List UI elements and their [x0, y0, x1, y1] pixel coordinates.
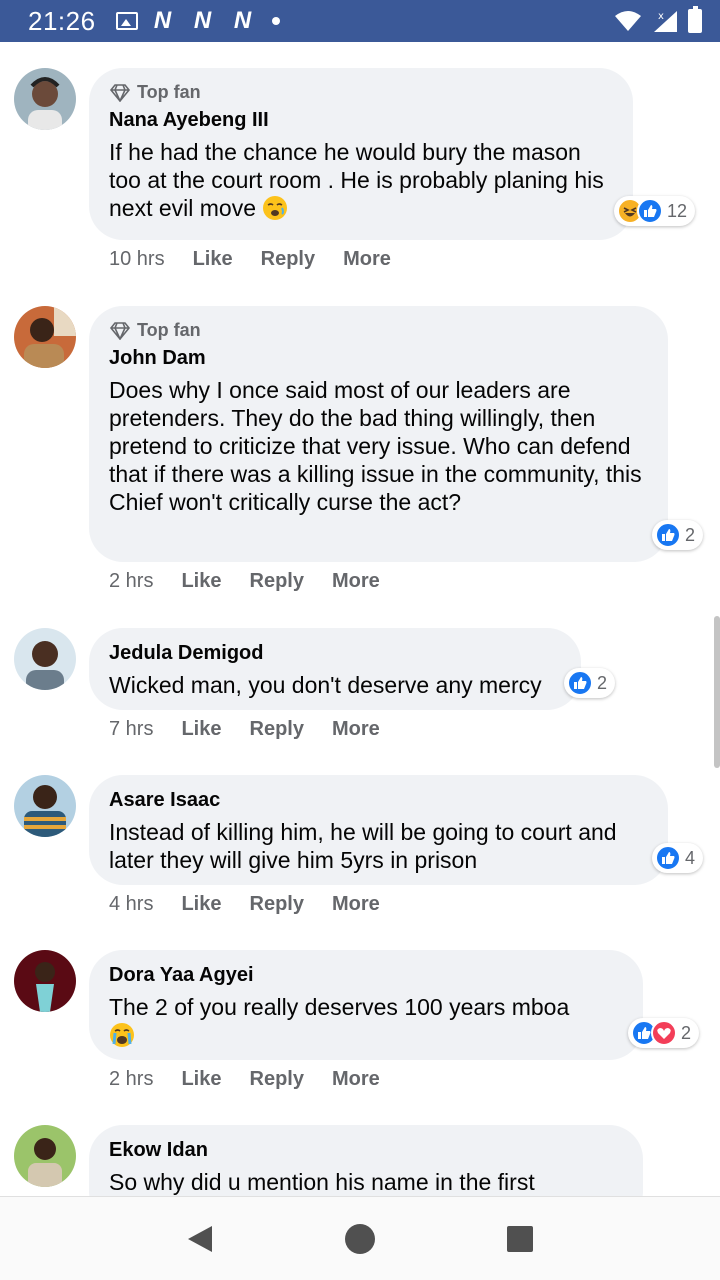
reaction-count: 2 — [597, 672, 608, 693]
weary-face-emoji — [263, 196, 288, 220]
notification-n-icon: N — [153, 7, 172, 34]
notification-n-icon: N — [233, 7, 252, 34]
like-reaction-icon — [637, 198, 663, 224]
avatar[interactable] — [14, 628, 76, 690]
reaction-summary[interactable]: 2 — [564, 668, 616, 698]
comment-bubble[interactable]: Dora Yaa Agyei The 2 of you really deser… — [89, 950, 643, 1060]
avatar[interactable] — [14, 306, 76, 368]
comment-text: Does why I once said most of our leaders… — [109, 377, 642, 515]
back-button[interactable] — [180, 1219, 220, 1259]
comment-time: 4 hrs — [109, 893, 154, 915]
diamond-icon — [109, 83, 131, 102]
comment-author[interactable]: Nana Ayebeng III — [109, 109, 613, 132]
more-button[interactable]: More — [332, 718, 380, 741]
like-button[interactable]: Like — [181, 718, 221, 741]
comment-bubble[interactable]: Top fan John Dam Does why I once said mo… — [89, 306, 668, 562]
comment-text: So why did u mention his name in the fir… — [109, 1169, 535, 1195]
crying-face-emoji — [110, 1023, 134, 1047]
comment-actions: 2 hrs Like Reply More — [109, 1068, 408, 1091]
comment-actions: 10 hrs Like Reply More — [109, 248, 419, 271]
navigation-bar — [0, 1196, 720, 1280]
comment-author[interactable]: Jedula Demigod — [109, 642, 561, 665]
reaction-summary[interactable]: 2 — [652, 520, 704, 550]
comment-author[interactable]: Asare Isaac — [109, 789, 648, 812]
more-button[interactable]: More — [332, 570, 380, 593]
badge-label: Top fan — [137, 82, 201, 102]
avatar[interactable] — [14, 950, 76, 1012]
like-button[interactable]: Like — [193, 248, 233, 271]
recents-square-icon — [507, 1225, 533, 1252]
comment-author[interactable]: Dora Yaa Agyei — [109, 964, 623, 987]
love-reaction-icon — [651, 1020, 677, 1046]
more-button[interactable]: More — [332, 1068, 380, 1091]
comment-bubble[interactable]: Top fan Nana Ayebeng III If he had the c… — [89, 68, 633, 240]
wifi-icon — [615, 11, 641, 31]
reaction-summary[interactable]: 2 — [628, 1018, 700, 1048]
reply-button[interactable]: Reply — [261, 248, 315, 271]
signal-icon: x — [654, 11, 677, 32]
notification-dot-icon — [271, 17, 280, 25]
more-button[interactable]: More — [343, 248, 391, 271]
comment-text: If he had the chance he would bury the m… — [109, 139, 604, 221]
reaction-summary[interactable]: 12 — [614, 196, 696, 226]
reaction-summary[interactable]: 4 — [652, 843, 704, 873]
comment-time: 10 hrs — [109, 248, 165, 270]
comment-bubble[interactable]: Jedula Demigod Wicked man, you don't des… — [89, 628, 581, 710]
comment-bubble[interactable]: Ekow Idan So why did u mention his name … — [89, 1125, 643, 1196]
home-button[interactable] — [340, 1219, 380, 1259]
top-fan-badge: Top fan — [109, 320, 648, 341]
comment-author[interactable]: Ekow Idan — [109, 1139, 623, 1162]
comment-bubble[interactable]: Asare Isaac Instead of killing him, he w… — [89, 775, 668, 885]
reaction-count: 2 — [685, 524, 696, 545]
recents-button[interactable] — [500, 1219, 540, 1259]
top-fan-badge: Top fan — [109, 82, 613, 103]
image-icon — [115, 12, 138, 30]
comment-time: 2 hrs — [109, 1068, 154, 1090]
comment-actions: 7 hrs Like Reply More — [109, 718, 408, 741]
status-bar: 21:26 N N N x — [0, 0, 720, 42]
home-circle-icon — [345, 1223, 375, 1254]
like-reaction-icon — [655, 845, 681, 871]
diamond-icon — [109, 321, 131, 340]
like-button[interactable]: Like — [181, 1068, 221, 1091]
comments-feed[interactable]: Top fan Nana Ayebeng III If he had the c… — [0, 42, 720, 1196]
like-reaction-icon — [567, 670, 593, 696]
reply-button[interactable]: Reply — [250, 570, 304, 593]
back-triangle-icon — [188, 1225, 212, 1252]
reply-button[interactable]: Reply — [250, 718, 304, 741]
reply-button[interactable]: Reply — [250, 893, 304, 916]
notification-n-icon: N — [193, 7, 212, 34]
avatar[interactable] — [14, 1125, 76, 1187]
status-time: 21:26 — [28, 5, 96, 36]
comment-actions: 4 hrs Like Reply More — [109, 893, 408, 916]
comment-text: Wicked man, you don't deserve any mercy — [109, 672, 542, 698]
like-button[interactable]: Like — [181, 570, 221, 593]
reaction-count: 12 — [667, 200, 688, 221]
comment-author[interactable]: John Dam — [109, 347, 648, 370]
comment-time: 7 hrs — [109, 718, 154, 740]
like-button[interactable]: Like — [181, 893, 221, 916]
like-reaction-icon — [655, 522, 681, 548]
battery-icon — [688, 6, 702, 33]
comment-text: Instead of killing him, he will be going… — [109, 819, 617, 873]
svg-text:x: x — [658, 11, 664, 22]
more-button[interactable]: More — [332, 893, 380, 916]
comment-actions: 2 hrs Like Reply More — [109, 570, 408, 593]
avatar[interactable] — [14, 68, 76, 130]
scrollbar[interactable] — [714, 616, 720, 768]
reaction-count: 2 — [681, 1022, 692, 1043]
reaction-count: 4 — [685, 847, 696, 868]
badge-label: Top fan — [137, 320, 201, 340]
reply-button[interactable]: Reply — [250, 1068, 304, 1091]
comment-time: 2 hrs — [109, 570, 154, 592]
comment-text: The 2 of you really deserves 100 years m… — [109, 993, 623, 1049]
avatar[interactable] — [14, 775, 76, 837]
